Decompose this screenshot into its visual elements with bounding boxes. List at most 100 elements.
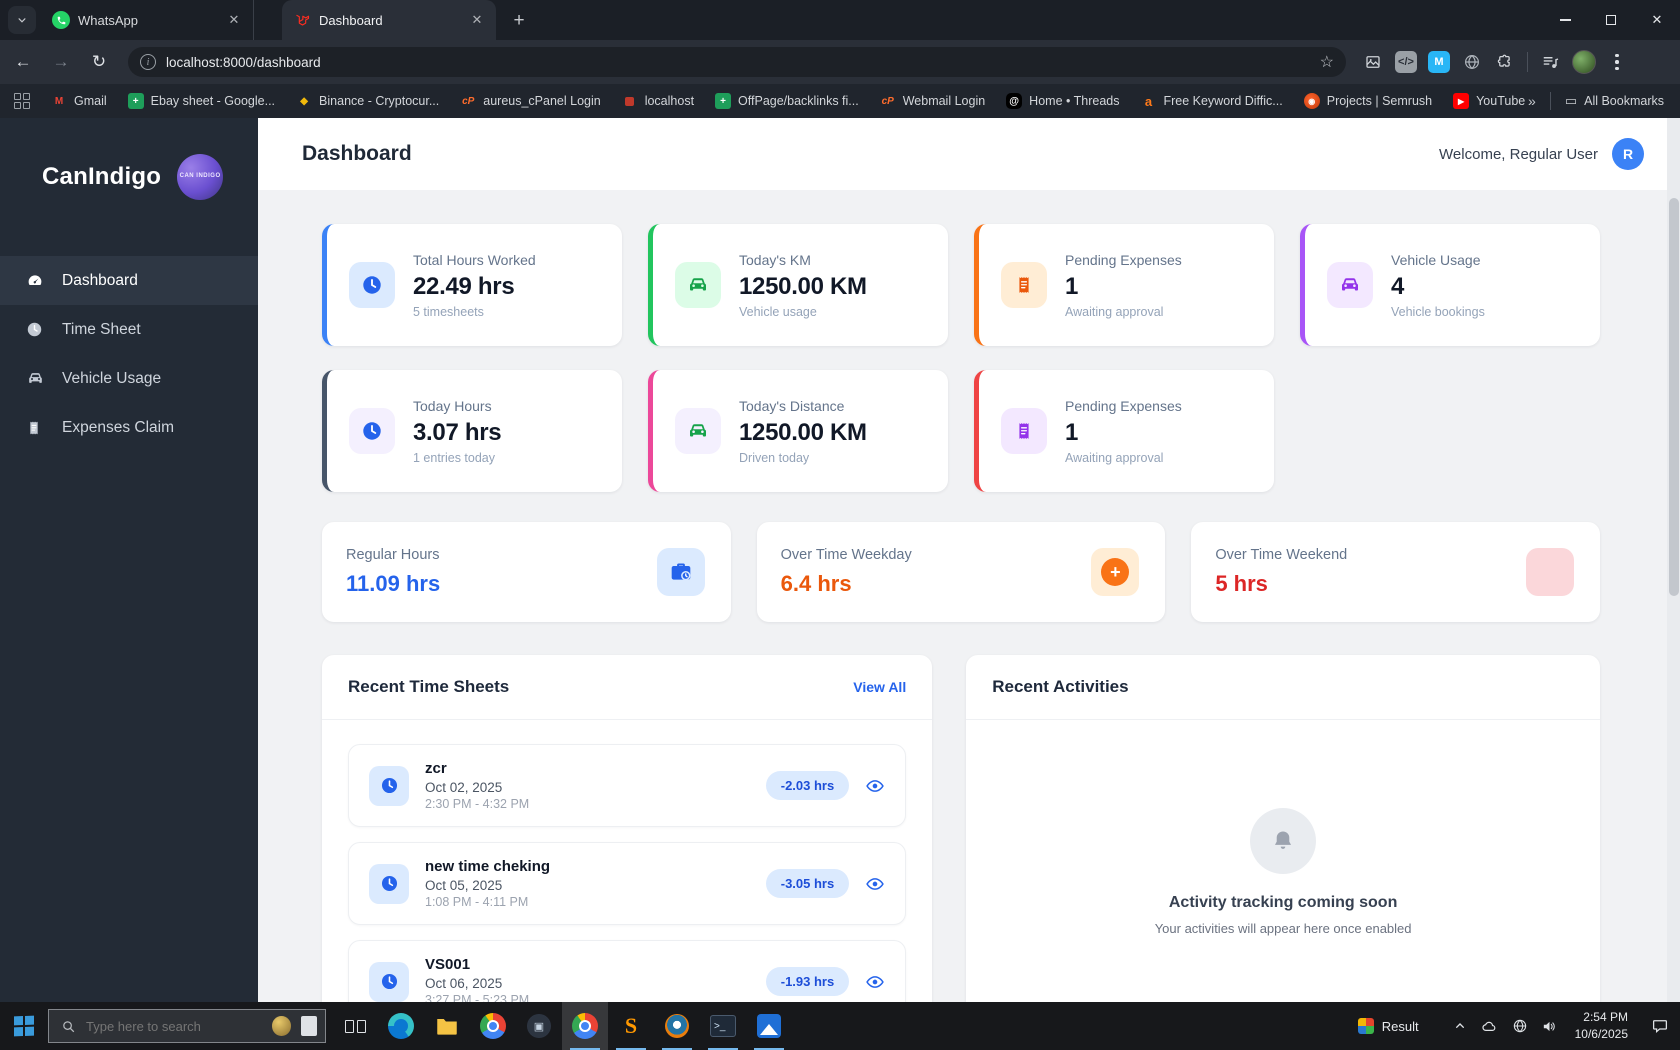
search-rewards-icon[interactable] <box>272 1016 292 1036</box>
bookmark-offpage[interactable]: + OffPage/backlinks fi... <box>715 93 859 109</box>
extension-code-icon[interactable]: </> <box>1395 51 1417 73</box>
chrome-active-button[interactable] <box>562 1002 608 1050</box>
stat-card-total-hours: Total Hours Worked 22.49 hrs 5 timesheets <box>322 224 622 346</box>
network-icon[interactable] <box>1505 1002 1535 1050</box>
back-button[interactable]: ← <box>8 47 38 77</box>
extensions-puzzle-icon[interactable] <box>1494 51 1516 73</box>
tray-chevron-up-icon[interactable] <box>1445 1002 1475 1050</box>
stat-card-today-hours: Today Hours 3.07 hrs 1 entries today <box>322 370 622 492</box>
windows-logo-icon <box>14 1015 34 1037</box>
timesheet-row[interactable]: zcr Oct 02, 2025 2:30 PM - 4:32 PM -2.03 h… <box>348 744 907 827</box>
welcome-text: Welcome, Regular User <box>1439 145 1598 163</box>
view-eye-icon[interactable] <box>865 776 885 796</box>
extension-picture-icon[interactable] <box>1362 51 1384 73</box>
bookmark-cpanel[interactable]: cP aureus_cPanel Login <box>460 93 601 109</box>
view-eye-icon[interactable] <box>865 972 885 992</box>
edge-button[interactable] <box>378 1002 424 1050</box>
all-bookmarks-button[interactable]: ▭ All Bookmarks <box>1565 93 1664 109</box>
app-button[interactable]: ▣ <box>516 1002 562 1050</box>
bookmark-semrush[interactable]: ◉ Projects | Semrush <box>1303 93 1432 109</box>
bookmark-gmail[interactable]: M Gmail <box>51 93 107 109</box>
clock-time: 2:54 PM <box>1583 1009 1628 1024</box>
bookmark-youtube[interactable]: ▶ YouTube <box>1453 93 1525 109</box>
tray-cloud-icon[interactable] <box>1475 1002 1505 1050</box>
window-close-button[interactable]: ✕ <box>1634 0 1680 40</box>
taskbar-clock[interactable]: 2:54 PM 10/6/2025 <box>1575 1009 1628 1044</box>
sidebar-item-expenses-claim[interactable]: Expenses Claim <box>0 403 258 452</box>
file-explorer-button[interactable] <box>424 1002 470 1050</box>
search-input[interactable] <box>86 1018 262 1034</box>
user-avatar[interactable]: R <box>1612 138 1644 170</box>
bookmark-binance[interactable]: ◆ Binance - Cryptocur... <box>296 93 439 109</box>
powershell-button[interactable]: >_ <box>700 1002 746 1050</box>
scrollbar-thumb[interactable] <box>1668 198 1679 596</box>
browser-profile-avatar[interactable] <box>1572 50 1596 74</box>
hours-delta-badge: -3.05 hrs <box>765 869 850 898</box>
bookmark-ebay-sheet[interactable]: + Ebay sheet - Google... <box>127 93 275 109</box>
chrome-icon <box>572 1013 598 1039</box>
bookmarks-overflow-chevron[interactable]: » <box>1528 93 1536 109</box>
result-tray-item[interactable]: Result <box>1357 1018 1419 1034</box>
tab-whatsapp[interactable]: WhatsApp ✕ <box>40 0 254 40</box>
address-bar[interactable]: i localhost:8000/dashboard ☆ <box>128 47 1346 77</box>
sublime-button[interactable]: S <box>608 1002 654 1050</box>
bookmark-webmail[interactable]: cP Webmail Login <box>880 93 986 109</box>
hours-delta-badge: -2.03 hrs <box>765 771 850 800</box>
bookmark-localhost[interactable]: localhost <box>622 93 694 109</box>
bookmark-threads[interactable]: @ Home • Threads <box>1006 93 1119 109</box>
notification-center-icon[interactable] <box>1640 1002 1680 1050</box>
new-tab-button[interactable]: + <box>506 8 532 34</box>
binance-icon: ◆ <box>300 95 308 107</box>
whatsapp-icon <box>52 11 70 29</box>
car-icon <box>26 369 44 388</box>
search-doc-icon[interactable] <box>301 1016 317 1036</box>
blender-button[interactable] <box>654 1002 700 1050</box>
plus-circle-icon: + <box>1091 548 1140 596</box>
window-maximize-button[interactable] <box>1588 0 1634 40</box>
timesheet-row[interactable]: VS001 Oct 06, 2025 3:27 PM - 5:23 PM -1.93… <box>348 940 907 1002</box>
reload-button[interactable]: ↻ <box>84 47 114 77</box>
windows-taskbar: ▣ S >_ Result 2:54 PM 10/6/2025 <box>0 1002 1680 1050</box>
timesheet-row[interactable]: new time cheking Oct 05, 2025 1:08 PM - 4:… <box>348 842 907 925</box>
sidebar-item-vehicle-usage[interactable]: Vehicle Usage <box>0 354 258 403</box>
chrome-icon <box>480 1013 506 1039</box>
site-info-icon[interactable]: i <box>140 54 156 70</box>
url-text[interactable]: localhost:8000/dashboard <box>166 55 1310 70</box>
tab-close-icon[interactable]: ✕ <box>468 11 486 29</box>
gmail-icon: M <box>54 95 64 107</box>
ahrefs-icon: a <box>1144 93 1153 109</box>
window-minimize-button[interactable] <box>1542 0 1588 40</box>
browser-toolbar: ← → ↻ i localhost:8000/dashboard ☆ </> M <box>0 40 1680 84</box>
sublime-icon: S <box>624 1013 638 1038</box>
photos-icon <box>757 1014 781 1038</box>
view-all-link[interactable]: View All <box>853 679 906 695</box>
task-view-button[interactable] <box>332 1002 378 1050</box>
bookmark-free-keyword[interactable]: a Free Keyword Diffic... <box>1140 93 1283 109</box>
page-scrollbar[interactable] <box>1667 118 1680 1002</box>
tab-dashboard[interactable]: Dashboard ✕ <box>282 0 496 40</box>
sheets-icon: + <box>715 93 732 109</box>
regular-hours-card: Regular Hours 11.09 hrs <box>322 522 731 622</box>
taskbar-search[interactable] <box>48 1009 326 1043</box>
start-button[interactable] <box>0 1002 48 1050</box>
tab-close-icon[interactable]: ✕ <box>225 11 243 29</box>
stat-card-todays-km: Today's KM 1250.00 KM Vehicle usage <box>648 224 948 346</box>
extension-globe-icon[interactable] <box>1461 51 1483 73</box>
sidebar-item-dashboard[interactable]: Dashboard <box>0 256 258 305</box>
forward-button[interactable]: → <box>46 47 76 77</box>
photos-button[interactable] <box>746 1002 792 1050</box>
extension-m-icon[interactable]: M <box>1428 51 1450 73</box>
clock-icon <box>369 863 409 904</box>
view-eye-icon[interactable] <box>865 874 885 894</box>
media-playlist-icon[interactable] <box>1539 51 1561 73</box>
bookmark-star-icon[interactable]: ☆ <box>1320 52 1334 72</box>
browser-menu-icon[interactable] <box>1607 50 1627 75</box>
volume-icon[interactable] <box>1535 1002 1565 1050</box>
chrome-button[interactable] <box>470 1002 516 1050</box>
sidebar-item-time-sheet[interactable]: Time Sheet <box>0 305 258 354</box>
tab-search-chevron-button[interactable] <box>8 6 36 34</box>
page-title: Dashboard <box>302 142 412 165</box>
recent-activities-panel: Recent Activities Activity tracking comi… <box>966 655 1600 1002</box>
clock-icon <box>369 765 409 806</box>
apps-grid-icon[interactable] <box>14 93 30 109</box>
